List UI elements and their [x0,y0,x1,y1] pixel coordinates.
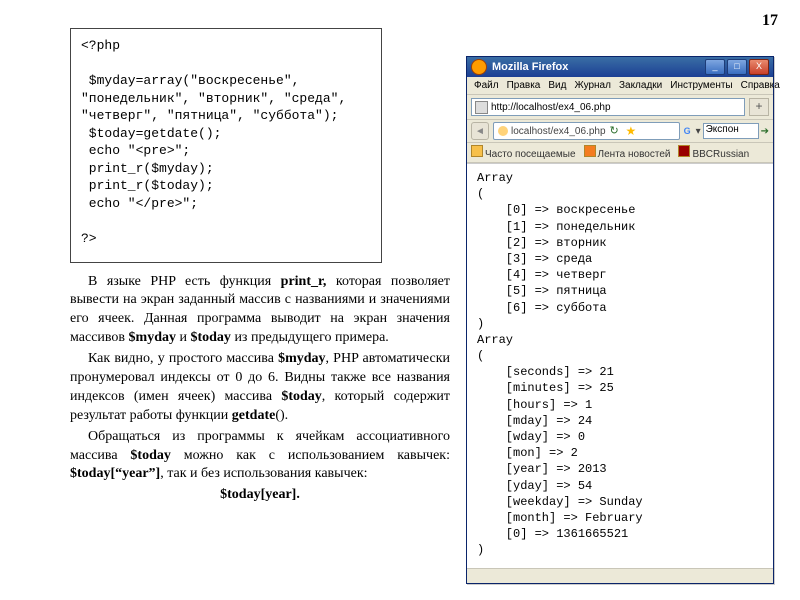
bookmark-star-icon[interactable]: ★ [626,124,637,138]
code-line: echo "<pre>"; [81,143,190,158]
code-line: print_r($today); [81,178,214,193]
menu-bookmarks[interactable]: Закладки [616,79,665,92]
maximize-button[interactable]: □ [727,59,747,75]
out: [3] => среда [477,252,592,266]
active-tab[interactable]: http://localhost/ex4_06.php [471,98,745,116]
out: [weekday] => Sunday [477,495,643,509]
code-line: $today=getdate(); [81,126,221,141]
t: $myday [278,351,325,366]
page-number: 17 [762,12,778,30]
php-code-box: <?php $myday=array("воскресенье", "понед… [70,28,382,263]
code-line: echo "</pre>"; [81,196,198,211]
reload-icon[interactable]: ↻ [610,124,624,138]
page-content: Array ( [0] => воскресенье [1] => понеде… [467,163,773,568]
new-tab-button[interactable]: + [749,98,769,116]
t: $today[“year”] [70,466,160,481]
close-button[interactable]: X [749,59,769,75]
bookmark-feed[interactable]: Лента новостей [584,145,671,160]
bm-label: Лента новостей [598,149,671,160]
tab-title: http://localhost/ex4_06.php [491,102,611,113]
left-column: <?php $myday=array("воскресенье", "понед… [70,28,450,505]
page-icon [475,101,488,114]
menu-history[interactable]: Журнал [571,79,614,92]
t: getdate [232,408,276,423]
out: [mon] => 2 [477,446,578,460]
t: $today [190,330,230,345]
code-line: $myday=array("воскресенье", [81,73,299,88]
out: ) [477,317,484,331]
final-expression: $today[year]. [70,486,450,505]
t: $today [281,389,321,404]
bbc-icon [678,145,690,157]
menu-tools[interactable]: Инструменты [667,79,735,92]
t: Как видно, у простого массива [88,351,278,366]
t: $today [130,448,170,463]
menu-bar: Файл Правка Вид Журнал Закладки Инструме… [467,77,773,95]
out: [wday] => 0 [477,430,585,444]
out: [0] => 1361665521 [477,527,628,541]
out: [month] => February [477,511,643,525]
t: можно как с использованием кавычек: [171,448,450,463]
search-engine-box[interactable]: G ▾ Экспон ➔ [684,123,769,139]
out: [hours] => 1 [477,398,592,412]
folder-icon [471,145,483,157]
out: [yday] => 54 [477,479,592,493]
bookmark-frequent[interactable]: Часто посещаемые [471,145,576,160]
back-button[interactable]: ◄ [471,122,489,140]
minimize-button[interactable]: _ [705,59,725,75]
out: ( [477,349,484,363]
bm-label: Часто посещаемые [485,149,576,160]
t: $myday [129,330,176,345]
firefox-icon [471,59,487,75]
menu-edit[interactable]: Правка [504,79,544,92]
status-bar [467,568,773,583]
menu-view[interactable]: Вид [545,79,569,92]
navigation-toolbar: ◄ localhost/ex4_06.php ↻ ★ G ▾ Экспон ➔ [467,120,773,143]
out: ( [477,187,484,201]
bm-label: BBCRussian [692,149,749,160]
out: [6] => суббота [477,301,607,315]
code-line: <?php [81,38,120,53]
code-line: print_r($myday); [81,161,214,176]
bookmarks-toolbar: Часто посещаемые Лента новостей BBCRussi… [467,143,773,163]
rss-icon [584,145,596,157]
firefox-window: Mozilla Firefox _ □ X Файл Правка Вид Жу… [466,56,774,584]
t: (). [275,408,288,423]
bookmark-bbc[interactable]: BBCRussian [678,145,749,160]
out: [seconds] => 21 [477,365,614,379]
out: [mday] => 24 [477,414,592,428]
address-bar[interactable]: localhost/ex4_06.php ↻ ★ [493,122,680,140]
out: Array [477,171,513,185]
window-title: Mozilla Firefox [492,61,705,73]
out: ) [477,543,484,557]
out: [year] => 2013 [477,462,607,476]
tab-bar: http://localhost/ex4_06.php + [467,95,773,120]
code-line: "понедельник", "вторник", "среда", [81,91,346,106]
t: и [176,330,191,345]
google-icon: G [684,126,694,136]
search-input[interactable]: Экспон [703,123,759,139]
code-line: ?> [81,231,97,246]
address-text: localhost/ex4_06.php [511,126,606,137]
window-titlebar[interactable]: Mozilla Firefox _ □ X [467,57,773,77]
out: Array [477,333,513,347]
out: [1] => понедельник [477,220,635,234]
out: [0] => воскресенье [477,203,635,217]
t: В языке PHP есть функция [88,274,281,289]
out: [4] => четверг [477,268,607,282]
out: [5] => пятница [477,284,607,298]
code-line: "четверг", "пятница", "суббота"); [81,108,338,123]
out: [2] => вторник [477,236,607,250]
t: print_r, [281,274,327,289]
search-go-icon[interactable]: ➔ [761,126,769,137]
site-icon [498,126,508,136]
menu-help[interactable]: Справка [738,79,783,92]
menu-file[interactable]: Файл [471,79,502,92]
explanation-text: В языке PHP есть функция print_r, котора… [70,273,450,506]
t: из предыдущего примера. [231,330,389,345]
t: , так и без использования кавычек: [160,466,367,481]
out: [minutes] => 25 [477,381,614,395]
